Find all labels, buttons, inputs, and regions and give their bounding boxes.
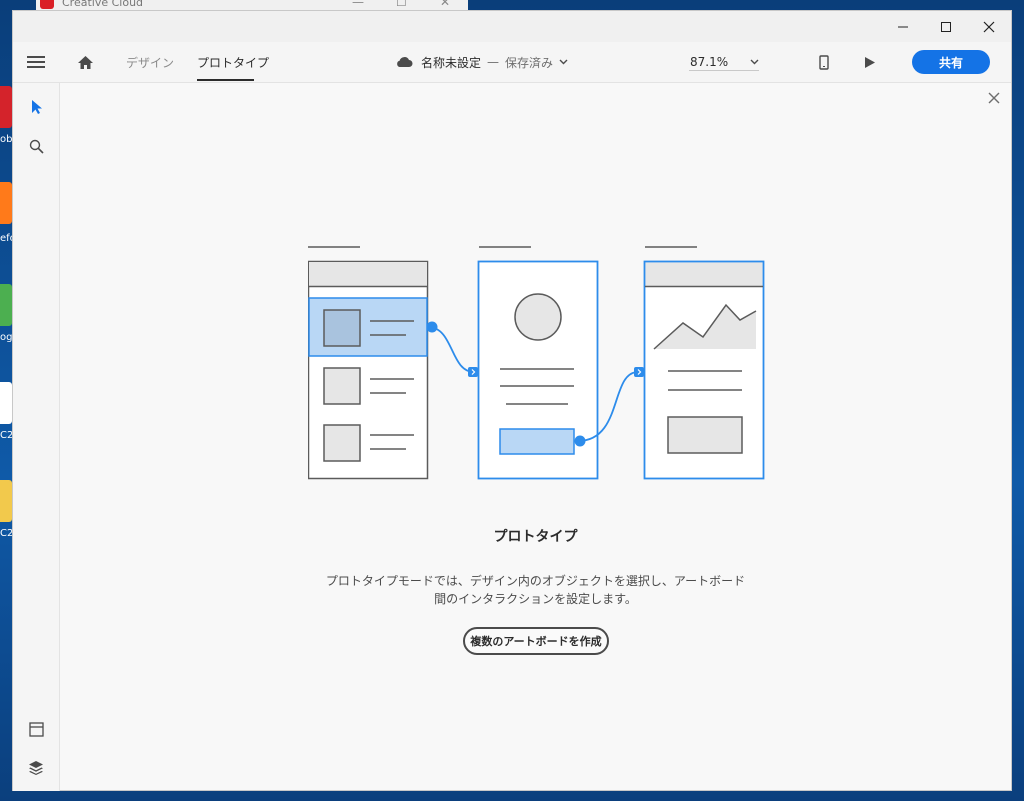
page-title: プロトタイプ bbox=[493, 529, 578, 545]
cloud-icon bbox=[395, 56, 413, 68]
document-title: 名称未設定 bbox=[421, 55, 482, 70]
zoom-chevron-down-icon[interactable] bbox=[750, 42, 759, 82]
mobile-preview-icon[interactable] bbox=[819, 42, 829, 82]
creative-cloud-title: Creative Cloud bbox=[62, 0, 144, 9]
hamburger-menu-icon[interactable] bbox=[27, 42, 45, 82]
desktop-label: C2 bbox=[0, 430, 12, 441]
document-title-area[interactable]: 名称未設定 — 保存済み bbox=[395, 42, 568, 82]
create-artboards-button[interactable]: 複数のアートボードを作成 bbox=[463, 627, 609, 655]
active-tab-indicator bbox=[197, 79, 254, 81]
description-line-2: 間のインタラクションを設定します。 bbox=[434, 592, 637, 606]
close-panel-icon[interactable] bbox=[985, 89, 1003, 107]
app-window: デザイン プロトタイプ 名称未設定 — 保存済み 87.1% 共有 プロトタイプ… bbox=[12, 10, 1012, 791]
zoom-underline bbox=[689, 70, 759, 71]
bg-minimize-icon[interactable]: — bbox=[352, 0, 364, 9]
play-icon[interactable] bbox=[864, 42, 876, 82]
adobe-icon[interactable] bbox=[0, 86, 12, 128]
creative-cloud-logo-icon bbox=[40, 0, 54, 9]
prototype-illustration bbox=[308, 246, 765, 480]
zoom-tool-icon[interactable] bbox=[25, 135, 47, 157]
document-separator: — bbox=[487, 55, 500, 69]
bg-maximize-icon[interactable]: ☐ bbox=[396, 0, 407, 9]
app-toolbar: デザイン プロトタイプ 名称未設定 — 保存済み 87.1% 共有 bbox=[13, 42, 1011, 83]
app-q-icon[interactable] bbox=[0, 382, 12, 424]
prototype-canvas: プロトタイプ プロトタイプモードでは、デザイン内のオブジェクトを選択し、アートボ… bbox=[60, 83, 1011, 790]
minimize-icon[interactable] bbox=[880, 11, 926, 42]
tab-design[interactable]: デザイン bbox=[126, 42, 174, 82]
app-folder-icon[interactable] bbox=[0, 480, 12, 522]
home-icon[interactable] bbox=[77, 42, 94, 82]
tab-prototype[interactable]: プロトタイプ bbox=[197, 42, 269, 82]
assets-icon[interactable] bbox=[25, 718, 47, 740]
creative-cloud-window[interactable]: Creative Cloud — ☐ ✕ bbox=[36, 0, 468, 10]
desktop-label: ob bbox=[0, 134, 12, 145]
document-status: 保存済み bbox=[505, 55, 554, 70]
left-toolbar bbox=[13, 83, 60, 791]
title-bar bbox=[13, 11, 1011, 42]
close-icon[interactable] bbox=[966, 11, 1012, 42]
description-text: プロトタイプモードでは、デザイン内のオブジェクトを選択し、アートボード 間のイン… bbox=[60, 572, 1011, 608]
desktop-label: C2 bbox=[0, 528, 12, 539]
desktop-label: efo bbox=[0, 233, 12, 244]
desktop-label: og bbox=[0, 332, 12, 343]
bg-close-icon[interactable]: ✕ bbox=[440, 0, 450, 9]
chevron-down-icon bbox=[559, 59, 568, 65]
chrome-icon[interactable] bbox=[0, 284, 12, 326]
share-button[interactable]: 共有 bbox=[912, 50, 990, 74]
layers-icon[interactable] bbox=[25, 756, 47, 778]
description-line-1: プロトタイプモードでは、デザイン内のオブジェクトを選択し、アートボード bbox=[325, 574, 746, 588]
firefox-icon[interactable] bbox=[0, 182, 12, 224]
select-tool-icon[interactable] bbox=[25, 96, 47, 118]
maximize-icon[interactable] bbox=[923, 11, 969, 42]
zoom-level[interactable]: 87.1% bbox=[690, 42, 728, 82]
